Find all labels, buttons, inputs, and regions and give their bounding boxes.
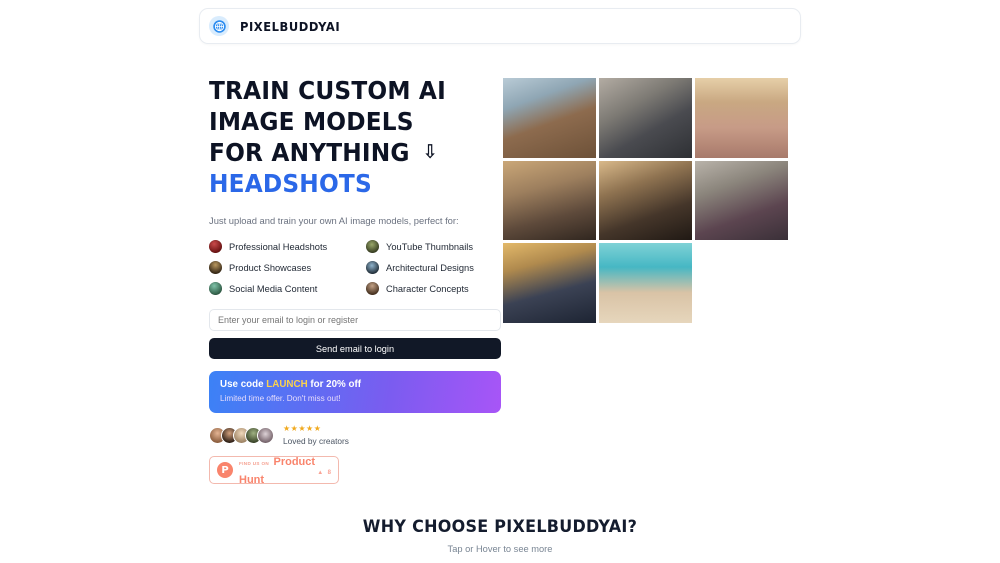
section-subtitle: Tap or Hover to see more — [447, 544, 553, 554]
promo-title: Use code LAUNCH for 20% off — [220, 379, 490, 390]
man-tuxedo-portrait[interactable] — [695, 160, 788, 241]
feature-label: YouTube Thumbnails — [386, 241, 474, 252]
social-proof: ★★★★★ Loved by creators — [209, 424, 501, 446]
thumbnail-portrait-icon — [209, 261, 222, 274]
headline-line-3: FOR ANYTHING — [209, 138, 410, 167]
thumbnail-portrait-icon — [209, 240, 222, 253]
headline-line-1: TRAIN CUSTOM AI — [209, 76, 446, 105]
promo-code: LAUNCH — [266, 379, 308, 390]
avatar — [257, 426, 274, 444]
feature-item-professional-headshots: Professional Headshots — [209, 240, 366, 253]
site-header: PIXELBUDDYAI — [199, 8, 801, 44]
thumbnail-portrait-icon — [209, 282, 222, 295]
product-hunt-badge[interactable]: P FIND US ON Product Hunt ▲ 8 — [209, 456, 339, 486]
woman-sequin-dress-gala[interactable] — [503, 160, 596, 241]
product-hunt-pretext: FIND US ON — [239, 461, 270, 466]
sample-image-grid — [503, 78, 788, 323]
email-field[interactable] — [209, 309, 501, 331]
feature-label: Architectural Designs — [386, 262, 474, 273]
page-title: TRAIN CUSTOM AI IMAGE MODELS FOR ANYTHIN… — [209, 75, 481, 199]
thumbnail-portrait-icon — [366, 261, 379, 274]
woman-gown-ballroom[interactable] — [695, 78, 788, 158]
woman-beach-swimwear[interactable] — [599, 243, 692, 323]
feature-item-architectural-designs: Architectural Designs — [366, 261, 501, 274]
hero-subtitle: Just upload and train your own AI image … — [209, 215, 459, 226]
upvote-caret-icon: ▲ — [317, 470, 324, 476]
headline-accent-word: HEADSHOTS — [209, 169, 372, 198]
hero-content: TRAIN CUSTOM AI IMAGE MODELS FOR ANYTHIN… — [209, 75, 501, 486]
promo-prefix: Use code — [220, 379, 267, 390]
section-title: WHY CHOOSE PIXELBUDDYAI? — [362, 517, 638, 537]
woman-graduation-cap[interactable] — [503, 243, 596, 323]
why-choose-section: WHY CHOOSE PIXELBUDDYAI? Tap or Hover to… — [0, 517, 1000, 554]
thumbnail-portrait-icon — [366, 282, 379, 295]
woman-winter-coat-snow[interactable] — [503, 78, 596, 158]
feature-item-social-media-content: Social Media Content — [209, 282, 366, 295]
globe-aperture-icon — [209, 16, 229, 36]
woman-black-dress-dinner[interactable] — [599, 160, 692, 241]
avatar-group — [209, 426, 274, 444]
feature-label: Professional Headshots — [229, 241, 328, 252]
landing-page: PIXELBUDDYAI TRAIN CUSTOM AI IMAGE MODEL… — [0, 0, 1000, 563]
feature-list: Professional Headshots YouTube Thumbnail… — [209, 240, 501, 295]
thumbnail-portrait-icon — [366, 240, 379, 253]
promo-suffix: for 20% off — [307, 379, 361, 390]
feature-item-product-showcases: Product Showcases — [209, 261, 366, 274]
feature-label: Product Showcases — [229, 262, 312, 273]
feature-label: Character Concepts — [386, 283, 469, 294]
man-grey-suit-street[interactable] — [599, 78, 692, 158]
headline-line-2: IMAGE MODELS — [209, 107, 414, 136]
down-arrow-icon: ⇩ — [422, 141, 438, 163]
proof-label: Loved by creators — [283, 436, 349, 446]
upvote-count: 8 — [327, 470, 331, 476]
send-login-email-button[interactable]: Send email to login — [209, 338, 501, 359]
feature-item-character-concepts: Character Concepts — [366, 282, 501, 295]
promo-subtitle: Limited time offer. Don't miss out! — [220, 394, 341, 403]
product-hunt-votes: ▲ 8 — [317, 461, 331, 479]
product-hunt-logo-icon: P — [217, 462, 233, 478]
promo-banner[interactable]: Use code LAUNCH for 20% off Limited time… — [209, 371, 501, 413]
star-rating: ★★★★★ — [283, 424, 322, 433]
feature-item-youtube-thumbnails: YouTube Thumbnails — [366, 240, 501, 253]
product-hunt-texts: FIND US ON Product Hunt — [239, 452, 317, 488]
proof-text: ★★★★★ Loved by creators — [283, 424, 349, 446]
brand-name: PIXELBUDDYAI — [240, 18, 341, 34]
feature-label: Social Media Content — [229, 283, 318, 294]
